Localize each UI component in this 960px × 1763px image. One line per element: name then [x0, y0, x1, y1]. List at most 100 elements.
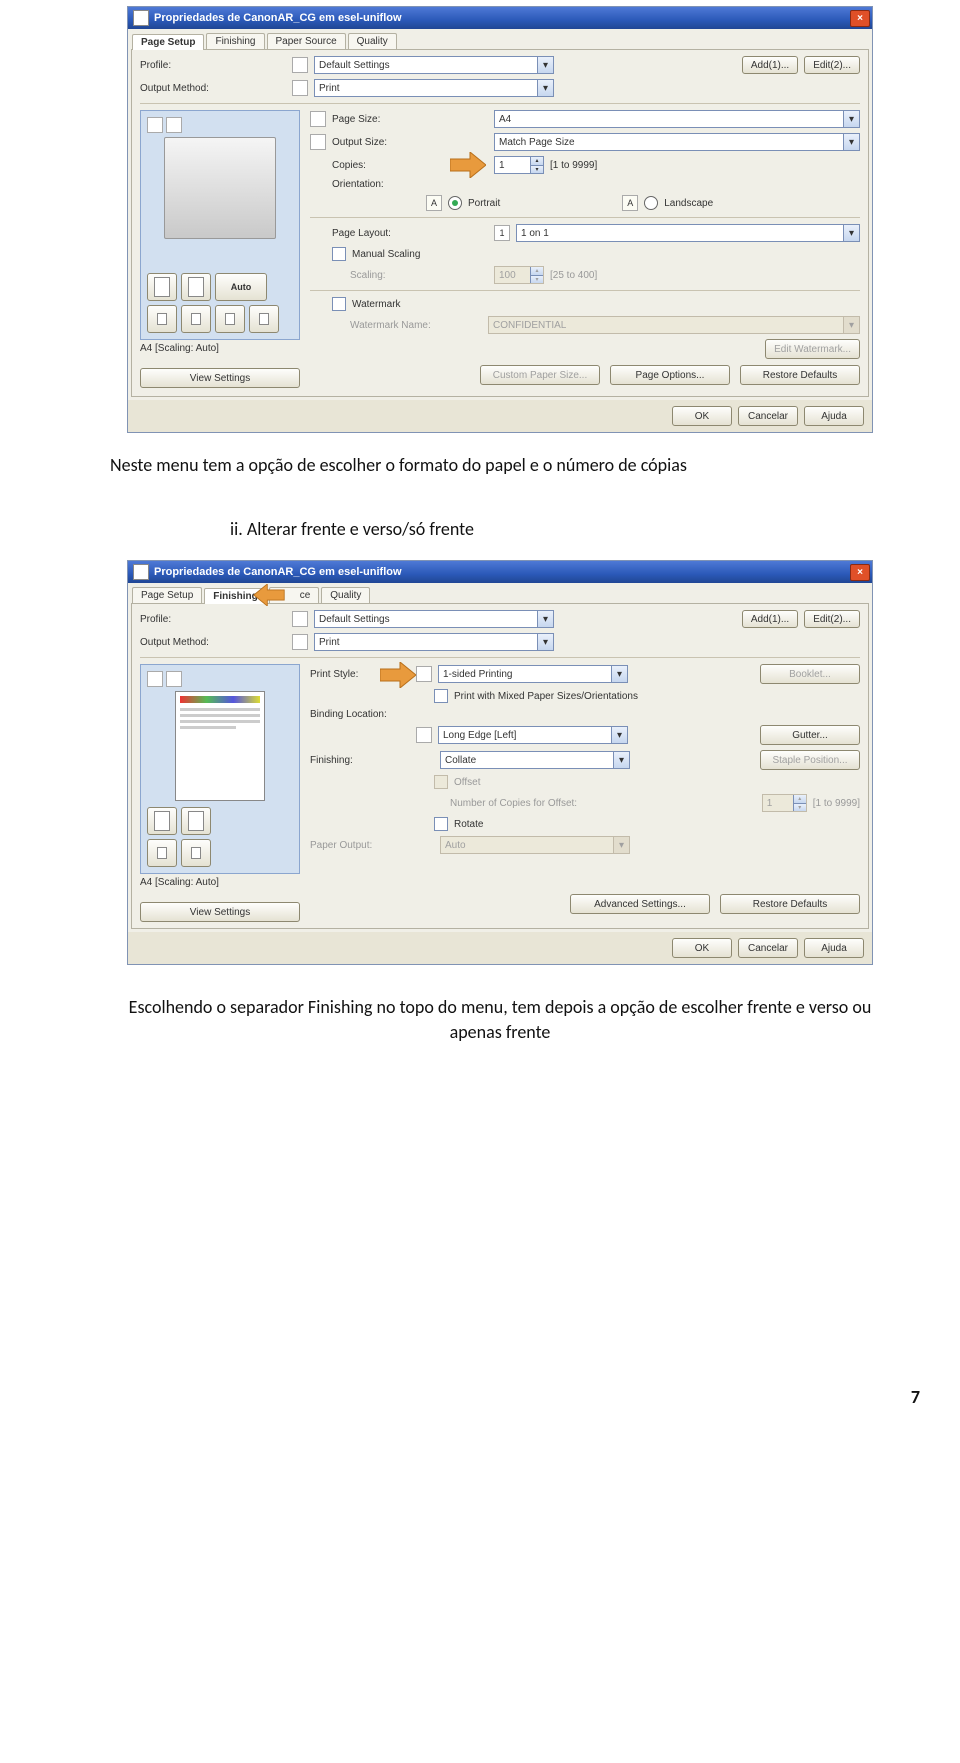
scaling-stepper: 100 ▴▾ [494, 266, 544, 284]
custom-paper-size-button: Custom Paper Size... [480, 365, 600, 385]
print-icon [292, 80, 308, 96]
page-options-button[interactable]: Page Options... [610, 365, 730, 385]
ok-button[interactable]: OK [672, 938, 732, 958]
tab-page-setup[interactable]: Page Setup [132, 34, 204, 50]
portrait-icon: A [426, 195, 442, 211]
profile-value: Default Settings [319, 60, 390, 71]
copies-stepper[interactable]: 1 ▴▾ [494, 156, 544, 174]
chevron-down-icon: ▾ [843, 111, 859, 127]
manual-scaling-checkbox[interactable] [332, 247, 346, 261]
portrait-label: Portrait [468, 198, 500, 209]
paper-output-combo: Auto ▾ [440, 836, 630, 854]
tab-finishing[interactable]: Finishing [206, 33, 264, 49]
layout-thumb-1[interactable] [147, 807, 177, 835]
layout-grid-3[interactable] [215, 305, 245, 333]
page-layout-label: Page Layout: [332, 228, 422, 239]
chevron-down-icon: ▾ [843, 134, 859, 150]
ok-button[interactable]: OK [672, 406, 732, 426]
rotate-checkbox[interactable] [434, 817, 448, 831]
tab-quality[interactable]: Quality [348, 33, 397, 49]
chevron-down-icon: ▾ [537, 634, 553, 650]
num-copies-offset-label: Number of Copies for Offset: [450, 798, 600, 809]
offset-label: Offset [454, 777, 481, 788]
page-number: 7 [110, 1386, 920, 1408]
watermark-label: Watermark [352, 299, 401, 310]
tabs: Page Setup Finishing Paper Source Qualit… [128, 29, 872, 49]
print-style-label: Print Style: [310, 669, 410, 680]
layout-thumb-1[interactable] [147, 273, 177, 301]
tab-paper-source[interactable]: Paper Source [267, 33, 346, 49]
chevron-down-icon: ▾ [537, 80, 553, 96]
manual-scaling-label: Manual Scaling [352, 249, 420, 260]
output-size-combo[interactable]: Match Page Size ▾ [494, 133, 860, 151]
close-icon[interactable]: × [850, 10, 870, 27]
portrait-radio[interactable] [448, 196, 462, 210]
advanced-settings-button[interactable]: Advanced Settings... [570, 894, 710, 914]
view-settings-button[interactable]: View Settings [140, 368, 300, 388]
layout-grid-1[interactable] [147, 305, 177, 333]
layout-grid-2[interactable] [181, 305, 211, 333]
profile-combo[interactable]: Default Settings ▾ [314, 56, 554, 74]
edit-watermark-button: Edit Watermark... [765, 339, 860, 359]
output-method-combo[interactable]: Print ▾ [314, 633, 554, 651]
layout-thumb-2[interactable] [181, 273, 211, 301]
page-layout-combo[interactable]: 1 on 1 ▾ [516, 224, 860, 242]
edit-profile-button[interactable]: Edit(2)... [804, 56, 860, 74]
layout-grid-4[interactable] [249, 305, 279, 333]
tab-page-setup[interactable]: Page Setup [132, 587, 202, 603]
chevron-down-icon: ▾ [843, 225, 859, 241]
tab-finishing[interactable]: Finishing [204, 588, 266, 604]
mixed-sizes-checkbox[interactable] [434, 689, 448, 703]
edit-profile-button[interactable]: Edit(2)... [804, 610, 860, 628]
preview-mode-icon[interactable] [166, 671, 182, 687]
profile-value: Default Settings [319, 614, 390, 625]
cancel-button[interactable]: Cancelar [738, 938, 798, 958]
landscape-radio[interactable] [644, 196, 658, 210]
tab-paper-source-partial[interactable]: ce [269, 587, 320, 603]
watermark-name-label: Watermark Name: [350, 320, 450, 331]
preview-panel [140, 664, 300, 874]
help-button[interactable]: Ajuda [804, 406, 864, 426]
print-properties-dialog-finishing: Propriedades de CanonAR_CG em esel-unifl… [127, 560, 873, 965]
preview-panel: Auto [140, 110, 300, 340]
preview-mode-icon[interactable] [147, 117, 163, 133]
add-profile-button[interactable]: Add(1)... [742, 56, 798, 74]
help-button[interactable]: Ajuda [804, 938, 864, 958]
page-size-combo[interactable]: A4 ▾ [494, 110, 860, 128]
preview-caption: A4 [Scaling: Auto] [140, 877, 300, 888]
print-icon [292, 634, 308, 650]
profile-label: Profile: [140, 614, 220, 625]
callout-arrow-icon [450, 152, 486, 178]
gutter-button[interactable]: Gutter... [760, 725, 860, 745]
binding-location-label: Binding Location: [310, 709, 410, 720]
watermark-checkbox[interactable] [332, 297, 346, 311]
page-layout-value: 1 on 1 [521, 228, 549, 239]
restore-defaults-button[interactable]: Restore Defaults [720, 894, 860, 914]
close-icon[interactable]: × [850, 564, 870, 581]
view-settings-button[interactable]: View Settings [140, 902, 300, 922]
add-profile-button[interactable]: Add(1)... [742, 610, 798, 628]
dialog-button-bar: OK Cancelar Ajuda [128, 932, 872, 964]
preview-mode-icon[interactable] [166, 117, 182, 133]
window-title: Propriedades de CanonAR_CG em esel-unifl… [154, 566, 850, 578]
landscape-icon: A [622, 195, 638, 211]
preview-mode-icon[interactable] [147, 671, 163, 687]
titlebar: Propriedades de CanonAR_CG em esel-unifl… [128, 561, 872, 583]
profile-icon [292, 611, 308, 627]
layout-thumb-2[interactable] [181, 807, 211, 835]
output-size-icon [310, 134, 326, 150]
chevron-down-icon: ▾ [537, 57, 553, 73]
finishing-combo[interactable]: Collate ▾ [440, 751, 630, 769]
layout-grid-2[interactable] [181, 839, 211, 867]
binding-combo[interactable]: Long Edge [Left] ▾ [438, 726, 628, 744]
layout-grid-1[interactable] [147, 839, 177, 867]
output-method-combo[interactable]: Print ▾ [314, 79, 554, 97]
print-style-combo[interactable]: 1-sided Printing ▾ [438, 665, 628, 683]
profile-combo[interactable]: Default Settings ▾ [314, 610, 554, 628]
mixed-sizes-label: Print with Mixed Paper Sizes/Orientation… [454, 691, 638, 702]
restore-defaults-button[interactable]: Restore Defaults [740, 365, 860, 385]
cancel-button[interactable]: Cancelar [738, 406, 798, 426]
auto-button[interactable]: Auto [215, 273, 267, 301]
watermark-combo: CONFIDENTIAL ▾ [488, 316, 860, 334]
tab-quality[interactable]: Quality [321, 587, 370, 603]
